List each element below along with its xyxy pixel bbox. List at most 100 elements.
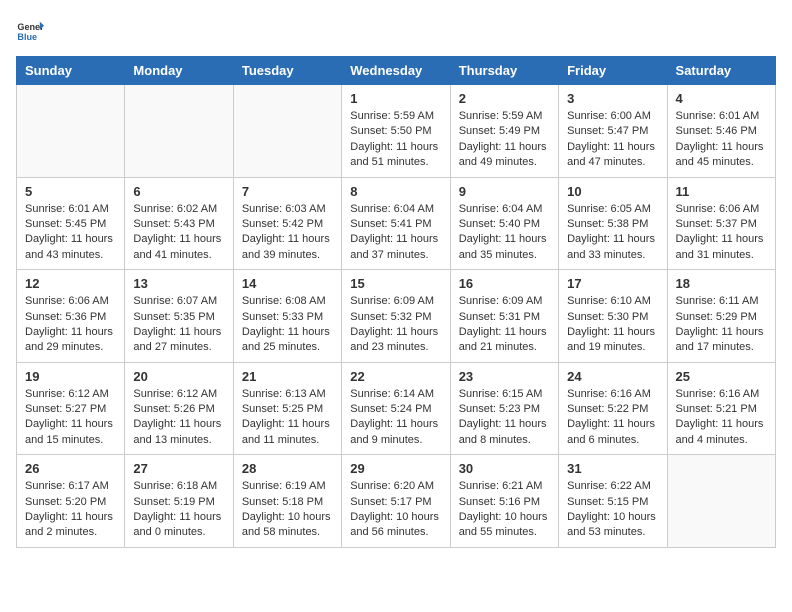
logo: General Blue [16,16,44,44]
day-info: Sunrise: 6:07 AM Sunset: 5:35 PM Dayligh… [133,294,224,356]
calendar-week-row: 5 Sunrise: 6:01 AM Sunset: 5:45 PM Daylig… [17,177,776,270]
day-info: Sunrise: 6:06 AM Sunset: 5:37 PM Dayligh… [676,202,767,264]
calendar-day-cell: 17 Sunrise: 6:10 AM Sunset: 5:30 PM Dayli… [559,270,667,363]
logo-icon: General Blue [16,16,44,44]
day-number: 24 [567,369,658,384]
calendar-day-cell [125,85,233,178]
day-number: 26 [25,461,116,476]
calendar-day-cell: 13 Sunrise: 6:07 AM Sunset: 5:35 PM Dayli… [125,270,233,363]
day-number: 15 [350,276,441,291]
day-number: 18 [676,276,767,291]
day-number: 19 [25,369,116,384]
calendar-day-cell: 16 Sunrise: 6:09 AM Sunset: 5:31 PM Dayli… [450,270,558,363]
calendar-day-cell: 15 Sunrise: 6:09 AM Sunset: 5:32 PM Dayli… [342,270,450,363]
day-info: Sunrise: 6:18 AM Sunset: 5:19 PM Dayligh… [133,479,224,541]
day-info: Sunrise: 6:04 AM Sunset: 5:40 PM Dayligh… [459,202,550,264]
calendar-day-cell [667,455,775,548]
day-info: Sunrise: 6:03 AM Sunset: 5:42 PM Dayligh… [242,202,333,264]
day-info: Sunrise: 6:09 AM Sunset: 5:31 PM Dayligh… [459,294,550,356]
calendar-day-cell: 31 Sunrise: 6:22 AM Sunset: 5:15 PM Dayli… [559,455,667,548]
calendar-day-cell: 3Sunrise: 6:00 AM Sunset: 5:47 PM Daylig… [559,85,667,178]
calendar-day-cell: 24Sunrise: 6:16 AM Sunset: 5:22 PM Dayli… [559,362,667,455]
day-number: 28 [242,461,333,476]
page-header: General Blue [16,16,776,44]
day-number: 13 [133,276,224,291]
calendar-week-row: 12 Sunrise: 6:06 AM Sunset: 5:36 PM Dayli… [17,270,776,363]
calendar-day-cell: 30Sunrise: 6:21 AM Sunset: 5:16 PM Dayli… [450,455,558,548]
weekday-header-cell: Wednesday [342,57,450,85]
day-number: 2 [459,91,550,106]
day-info: Sunrise: 6:12 AM Sunset: 5:27 PM Dayligh… [25,387,116,449]
weekday-header-cell: Tuesday [233,57,341,85]
day-number: 8 [350,184,441,199]
day-number: 27 [133,461,224,476]
calendar-day-cell: 10Sunrise: 6:05 AM Sunset: 5:38 PM Dayli… [559,177,667,270]
day-number: 5 [25,184,116,199]
calendar-day-cell: 29 Sunrise: 6:20 AM Sunset: 5:17 PM Dayli… [342,455,450,548]
weekday-header-row: SundayMondayTuesdayWednesdayThursdayFrid… [17,57,776,85]
day-info: Sunrise: 6:01 AM Sunset: 5:45 PM Dayligh… [25,202,116,264]
day-number: 30 [459,461,550,476]
calendar-day-cell: 7 Sunrise: 6:03 AM Sunset: 5:42 PM Daylig… [233,177,341,270]
day-number: 11 [676,184,767,199]
day-number: 4 [676,91,767,106]
day-info: Sunrise: 6:14 AM Sunset: 5:24 PM Dayligh… [350,387,441,449]
calendar-week-row: 1 Sunrise: 5:59 AM Sunset: 5:50 PM Daylig… [17,85,776,178]
day-info: Sunrise: 5:59 AM Sunset: 5:50 PM Dayligh… [350,109,441,171]
day-info: Sunrise: 6:09 AM Sunset: 5:32 PM Dayligh… [350,294,441,356]
calendar-week-row: 19 Sunrise: 6:12 AM Sunset: 5:27 PM Dayli… [17,362,776,455]
day-info: Sunrise: 6:06 AM Sunset: 5:36 PM Dayligh… [25,294,116,356]
day-number: 25 [676,369,767,384]
calendar-day-cell: 4 Sunrise: 6:01 AM Sunset: 5:46 PM Daylig… [667,85,775,178]
day-info: Sunrise: 6:00 AM Sunset: 5:47 PM Dayligh… [567,109,658,171]
day-number: 12 [25,276,116,291]
calendar-day-cell [233,85,341,178]
calendar-day-cell: 8Sunrise: 6:04 AM Sunset: 5:41 PM Daylig… [342,177,450,270]
day-number: 29 [350,461,441,476]
calendar-day-cell: 27 Sunrise: 6:18 AM Sunset: 5:19 PM Dayli… [125,455,233,548]
day-number: 23 [459,369,550,384]
day-info: Sunrise: 6:16 AM Sunset: 5:21 PM Dayligh… [676,387,767,449]
day-number: 7 [242,184,333,199]
weekday-header-cell: Monday [125,57,233,85]
calendar-body: 1 Sunrise: 5:59 AM Sunset: 5:50 PM Daylig… [17,85,776,548]
day-info: Sunrise: 5:59 AM Sunset: 5:49 PM Dayligh… [459,109,550,171]
day-info: Sunrise: 6:10 AM Sunset: 5:30 PM Dayligh… [567,294,658,356]
weekday-header-cell: Saturday [667,57,775,85]
day-info: Sunrise: 6:02 AM Sunset: 5:43 PM Dayligh… [133,202,224,264]
day-number: 9 [459,184,550,199]
calendar-day-cell: 1 Sunrise: 5:59 AM Sunset: 5:50 PM Daylig… [342,85,450,178]
calendar-day-cell: 19 Sunrise: 6:12 AM Sunset: 5:27 PM Dayli… [17,362,125,455]
calendar-week-row: 26 Sunrise: 6:17 AM Sunset: 5:20 PM Dayli… [17,455,776,548]
day-info: Sunrise: 6:13 AM Sunset: 5:25 PM Dayligh… [242,387,333,449]
day-info: Sunrise: 6:19 AM Sunset: 5:18 PM Dayligh… [242,479,333,541]
calendar-day-cell: 20Sunrise: 6:12 AM Sunset: 5:26 PM Dayli… [125,362,233,455]
calendar-day-cell: 9 Sunrise: 6:04 AM Sunset: 5:40 PM Daylig… [450,177,558,270]
svg-text:Blue: Blue [17,32,37,42]
calendar-day-cell: 6 Sunrise: 6:02 AM Sunset: 5:43 PM Daylig… [125,177,233,270]
day-info: Sunrise: 6:05 AM Sunset: 5:38 PM Dayligh… [567,202,658,264]
calendar-day-cell: 12 Sunrise: 6:06 AM Sunset: 5:36 PM Dayli… [17,270,125,363]
day-info: Sunrise: 6:01 AM Sunset: 5:46 PM Dayligh… [676,109,767,171]
day-number: 22 [350,369,441,384]
weekday-header-cell: Sunday [17,57,125,85]
weekday-header-cell: Friday [559,57,667,85]
day-number: 20 [133,369,224,384]
day-number: 1 [350,91,441,106]
calendar-day-cell: 23Sunrise: 6:15 AM Sunset: 5:23 PM Dayli… [450,362,558,455]
calendar-day-cell: 5 Sunrise: 6:01 AM Sunset: 5:45 PM Daylig… [17,177,125,270]
day-info: Sunrise: 6:22 AM Sunset: 5:15 PM Dayligh… [567,479,658,541]
weekday-header-cell: Thursday [450,57,558,85]
calendar-day-cell: 22 Sunrise: 6:14 AM Sunset: 5:24 PM Dayli… [342,362,450,455]
day-number: 17 [567,276,658,291]
day-number: 31 [567,461,658,476]
calendar-table: SundayMondayTuesdayWednesdayThursdayFrid… [16,56,776,548]
day-info: Sunrise: 6:20 AM Sunset: 5:17 PM Dayligh… [350,479,441,541]
calendar-day-cell: 26 Sunrise: 6:17 AM Sunset: 5:20 PM Dayli… [17,455,125,548]
calendar-day-cell: 18Sunrise: 6:11 AM Sunset: 5:29 PM Dayli… [667,270,775,363]
day-info: Sunrise: 6:17 AM Sunset: 5:20 PM Dayligh… [25,479,116,541]
day-number: 6 [133,184,224,199]
day-number: 16 [459,276,550,291]
day-info: Sunrise: 6:08 AM Sunset: 5:33 PM Dayligh… [242,294,333,356]
calendar-day-cell: 2 Sunrise: 5:59 AM Sunset: 5:49 PM Daylig… [450,85,558,178]
